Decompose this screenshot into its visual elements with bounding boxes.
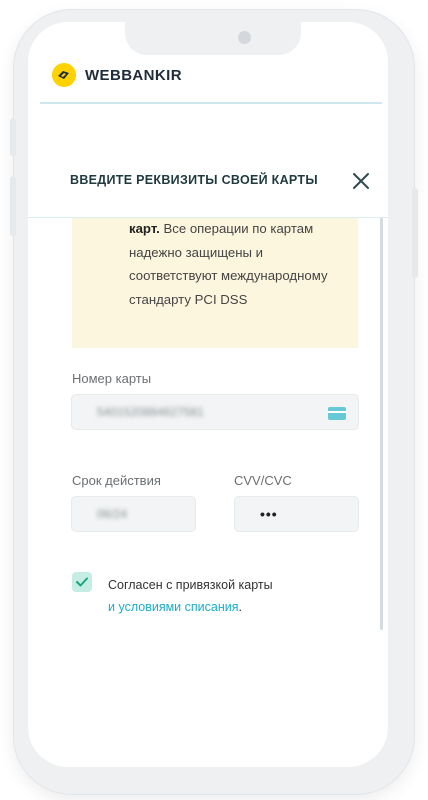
terms-link[interactable]: и условиями списания [108,600,239,614]
info-text: карт. Все операции по картам надежно защ… [129,217,344,311]
agreement-checkbox[interactable] [72,572,92,592]
info-box: карт. Все операции по картам надежно защ… [72,205,358,348]
agreement-text: Согласен с привязкой карты и условиями с… [108,574,273,618]
expiry-label: Срок действия [72,473,161,488]
side-button-left-top [10,118,16,156]
agreement-suffix: . [238,600,242,614]
close-icon[interactable] [352,172,370,190]
header-divider [40,102,382,104]
modal-title: ВВЕДИТЕ РЕКВИЗИТЫ СВОЕЙ КАРТЫ [70,173,318,187]
brand[interactable]: WEBBANKIR [52,63,182,87]
scrollbar[interactable] [380,200,383,630]
agreement-label: Согласен с привязкой карты [108,578,273,592]
cvv-value: ••• [260,506,278,522]
card-number-value: 5401520884627581 [97,405,204,419]
card-number-label: Номер карты [72,371,152,386]
check-icon [76,577,88,587]
front-camera [238,31,251,44]
modal-header: ВВЕДИТЕ РЕКВИЗИТЫ СВОЕЙ КАРТЫ [28,143,388,218]
expiry-value: 06/24 [97,507,128,521]
side-button-right [412,188,418,278]
card-icon [328,407,346,420]
notch [125,22,301,55]
webbankir-logo-icon [52,63,76,87]
side-button-left-mid [10,176,16,236]
cvv-field[interactable]: ••• [234,496,359,532]
brand-name: WEBBANKIR [85,66,182,84]
info-bold: карт. [129,221,160,236]
expiry-field[interactable]: 06/24 [71,496,196,532]
cvv-label: CVV/CVC [234,473,292,488]
card-number-field[interactable]: 5401520884627581 [71,394,359,430]
